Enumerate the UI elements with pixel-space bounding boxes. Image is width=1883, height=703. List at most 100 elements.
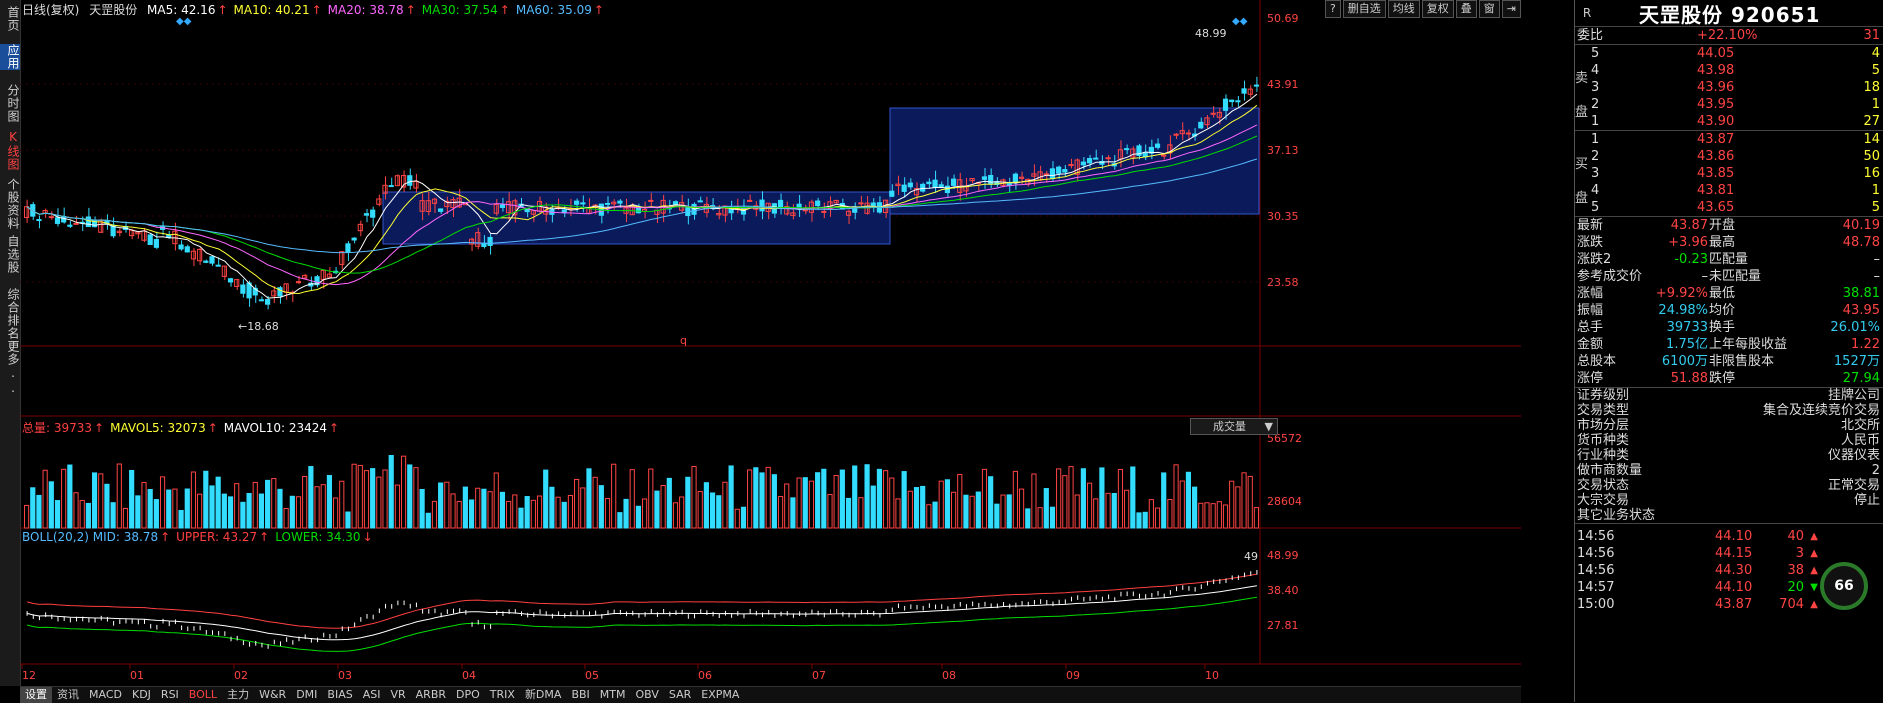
volume-bar — [740, 506, 747, 529]
toolbar-button-2[interactable]: 均线 — [1387, 0, 1420, 18]
quote-label: 跌停 — [1709, 371, 1736, 386]
tab-14[interactable]: TRIX — [485, 687, 520, 703]
sidebar-item-5[interactable]: 自选股 — [0, 235, 20, 274]
toolbar-button-4[interactable]: 叠 — [1455, 0, 1477, 18]
volume-bar — [734, 508, 740, 529]
volume-bar — [901, 471, 907, 529]
tab-0[interactable]: 设置 — [20, 687, 52, 703]
boll-legend: BOLL(20,2) MID: 38.78 ↑ UPPER: 43.27 ↑ LOWER… — [22, 530, 379, 544]
sidebar-item-7[interactable]: 更多.. — [0, 340, 20, 396]
quote-row: 总股本 6100万 非限售股本 1527万 — [1575, 353, 1883, 370]
toolbar-button-6[interactable]: ⇥ — [1501, 0, 1521, 18]
tab-6[interactable]: 主力 — [222, 687, 254, 703]
sidebar-item-4[interactable]: 个股资料 — [0, 178, 20, 230]
header.ma-label-3: MA30: 37.54 — [421, 3, 498, 17]
volume-bar — [203, 470, 209, 529]
tab-4[interactable]: RSI — [156, 687, 184, 703]
volume-axis-label: 28604 — [1267, 495, 1302, 508]
toolbar-button-0[interactable]: ? — [1324, 0, 1341, 18]
tick-time: 15:00 — [1577, 597, 1615, 612]
tab-5[interactable]: BOLL — [184, 687, 222, 703]
quote-row: 参考成交价 – 未匹配量 – — [1575, 268, 1883, 285]
level-number: 3 — [1591, 80, 1600, 95]
tab-2[interactable]: MACD — [84, 687, 127, 703]
candlestick — [376, 194, 382, 207]
tab-13[interactable]: DPO — [451, 687, 485, 703]
level-volume: 50 — [1863, 149, 1880, 164]
quote-row: 总手 39733 换手 26.01% — [1575, 319, 1883, 336]
volume-bar — [567, 495, 574, 529]
quote-label: 开盘 — [1709, 218, 1736, 233]
volume-bar — [709, 492, 716, 529]
toolbar-button-5[interactable]: 窗 — [1478, 0, 1500, 18]
toolbar-button-3[interactable]: 复权 — [1421, 0, 1454, 18]
month-label: 09 — [1066, 669, 1080, 682]
toolbar-button-1[interactable]: 删自选 — [1342, 0, 1386, 18]
indicator-selector[interactable]: 成交量 ▼ — [1190, 418, 1278, 435]
sidebar-item-3[interactable]: K线图 — [0, 130, 20, 171]
kline-chart-svg[interactable]: 50.6943.9137.1330.3523.58565722860448.99… — [20, 0, 1521, 686]
tab-16[interactable]: BBI — [566, 687, 594, 703]
tab-8[interactable]: DMI — [291, 687, 322, 703]
volume-bar — [555, 496, 561, 529]
volume-bar — [302, 475, 308, 529]
book-side-label: 盘 — [1575, 191, 1589, 206]
quote-value: 43.87 — [1670, 218, 1708, 233]
level-price: 43.85 — [1697, 166, 1735, 181]
tab-12[interactable]: ARBR — [411, 687, 451, 703]
candlestick — [190, 248, 197, 267]
volume-bar — [24, 504, 30, 529]
volume-bar — [425, 512, 431, 529]
tab-10[interactable]: ASI — [358, 687, 386, 703]
speed-gauge[interactable]: 66 — [1820, 562, 1868, 610]
sidebar-item-2[interactable]: 分时图 — [0, 84, 20, 123]
tab-11[interactable]: VR — [385, 687, 410, 703]
volume-bar — [654, 490, 660, 529]
candlestick — [36, 215, 42, 229]
quote-label: 总股本 — [1577, 354, 1617, 369]
month-label: 01 — [130, 669, 144, 682]
quote-label: 涨跌2 — [1577, 252, 1612, 267]
level-price: 43.95 — [1697, 97, 1735, 112]
month-label: 03 — [338, 669, 352, 682]
volume-bar — [450, 493, 456, 529]
candlestick — [221, 265, 227, 281]
boll-band-line — [26, 573, 1257, 629]
volume-bar — [1025, 508, 1031, 529]
tab-1[interactable]: 资讯 — [52, 687, 84, 703]
tab-20[interactable]: EXPMA — [696, 687, 744, 703]
volume-bar — [1167, 498, 1173, 529]
sidebar-item-6[interactable]: 综合排名 — [0, 288, 20, 340]
quote-label: 总手 — [1577, 320, 1604, 335]
level-volume: 18 — [1863, 80, 1880, 95]
tab-7[interactable]: W&R — [254, 687, 291, 703]
kline-chart-area[interactable]: 50.69 43.91 37.13 30.35 23.58 56572 28604 48.99… — [20, 0, 1521, 686]
volume.legend-label-0: 总量: 39733 — [22, 421, 93, 435]
info-row: 市场分层 北交所 — [1575, 418, 1883, 433]
boll.legend-item-1: UPPER: 43.27 ↑ — [176, 530, 269, 544]
candlestick — [227, 277, 234, 287]
month-label: 07 — [812, 669, 826, 682]
tab-17[interactable]: MTM — [595, 687, 631, 703]
volume-bar — [419, 488, 425, 529]
tab-9[interactable]: BIAS — [322, 687, 357, 703]
boll.legend-item-2: LOWER: 34.30 ↓ — [275, 530, 372, 544]
volume-bar — [747, 469, 753, 529]
security-info: 证券级别 挂牌公司 交易类型 集合及连续竞价交易 市场分层 北交所 货币种类 人民币 行业种类 仪… — [1575, 388, 1883, 524]
sidebar-item-1[interactable]: 应用 — [0, 44, 20, 70]
tab-18[interactable]: OBV — [630, 687, 663, 703]
price-axis-label: 23.58 — [1267, 276, 1299, 289]
tick-time: 14:56 — [1577, 563, 1615, 578]
level-volume: 4 — [1871, 46, 1880, 61]
quote-label: 上年每股收益 — [1709, 337, 1788, 352]
volume-bar — [42, 469, 48, 529]
volume-bar — [833, 475, 839, 529]
volume-bar — [691, 465, 697, 529]
tab-3[interactable]: KDJ — [127, 687, 156, 703]
arrow-up-icon: ▲ — [1810, 565, 1818, 576]
volume-bar — [1235, 486, 1241, 529]
tab-19[interactable]: SAR — [664, 687, 696, 703]
tab-15[interactable]: 新DMA — [520, 687, 567, 703]
sidebar-item-0[interactable]: 首页 — [0, 6, 20, 32]
volume-bar — [234, 483, 240, 529]
